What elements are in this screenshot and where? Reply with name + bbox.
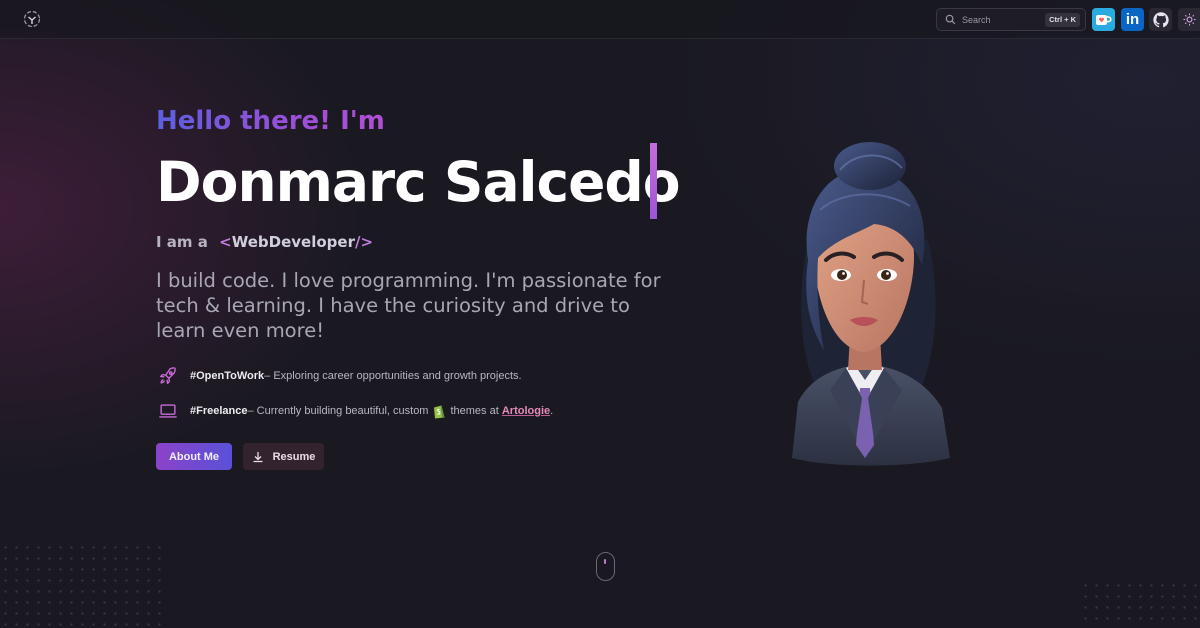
kofi-cup-icon [1096,14,1112,25]
search-icon [945,14,956,25]
dot-pattern-left [0,542,168,628]
hero-name: Donmarc Salcedo [156,150,681,214]
theme-toggle-button[interactable] [1178,8,1200,31]
typing-cursor [650,143,657,219]
search-placeholder: Search [962,14,991,25]
role-tag-close: /> [354,233,374,251]
sun-icon [1182,13,1196,26]
download-icon [253,451,263,462]
search-box[interactable]: Search Ctrl + K [936,8,1086,31]
role-text: WebDeveloper [231,233,355,251]
resume-label: Resume [272,450,316,463]
freelance-text: – Currently building beautiful, custom [247,405,429,417]
freelance-text-after: themes at [450,405,499,417]
freelance-item: #Freelance – Currently building beautifu… [156,399,553,423]
role-line: I am a <WebDeveloper/> [156,233,373,251]
role-prefix: I am a [156,233,208,251]
top-navbar: Search Ctrl + K in [0,0,1200,39]
shopify-icon [432,403,446,419]
freelance-period: . [550,405,554,417]
hero-bio: I build code. I love programming. I'm pa… [156,269,661,342]
github-link[interactable] [1149,8,1172,31]
role-tag: <WebDeveloper/> [219,233,373,251]
open-to-work-hashtag: #OpenToWork [190,370,265,382]
about-me-button[interactable]: About Me [156,443,232,470]
resume-button[interactable]: Resume [243,443,324,470]
laptop-icon [156,399,180,423]
hero-greeting: Hello there! I'm [156,106,385,136]
search-shortcut-badge: Ctrl + K [1045,13,1080,27]
rocket-icon [156,364,180,388]
site-logo-icon[interactable] [22,9,42,29]
avatar-illustration [770,140,960,470]
role-tag-open: < [219,233,232,251]
freelance-hashtag: #Freelance [190,405,248,417]
github-icon [1152,11,1169,27]
open-to-work-text: – Exploring career opportunities and gro… [264,370,522,382]
kofi-link[interactable] [1092,8,1115,31]
scroll-down-indicator[interactable] [596,552,615,581]
linkedin-icon[interactable]: in [1121,8,1144,31]
open-to-work-item: #OpenToWork – Exploring career opportuni… [156,364,522,388]
artologie-link[interactable]: Artologie [502,405,550,417]
dot-pattern-right [1080,580,1200,628]
